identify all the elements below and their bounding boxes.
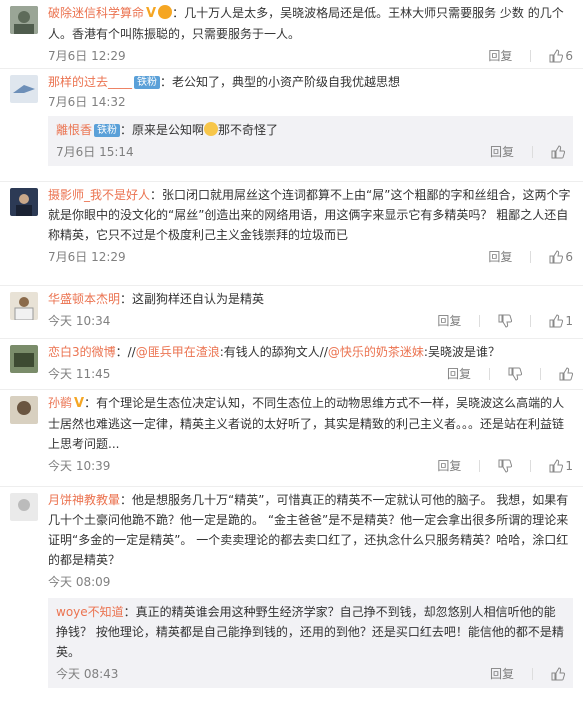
- comment-meta: 今天 08:09: [48, 572, 573, 592]
- like-icon: [549, 314, 564, 328]
- divider: [530, 315, 532, 327]
- timestamp: 今天 08:43: [56, 667, 119, 681]
- comment: 月饼神教教暈：他是想服务几十万“精英”，可惜真正的精英不一定就认可他的脑子。 我…: [0, 487, 583, 718]
- divider: [530, 50, 532, 62]
- reply-button[interactable]: 回复: [490, 664, 514, 684]
- avatar[interactable]: [10, 396, 38, 424]
- vip-icon: V: [74, 396, 85, 411]
- like-count: 6: [565, 250, 573, 264]
- comment: 恋白3的微博：//@匪兵甲在渣浪:有钱人的舔狗文人//@快乐的奶茶迷妹:吴晓波是…: [0, 339, 583, 390]
- username[interactable]: 孙鹡: [48, 396, 72, 410]
- comment-text: :有钱人的舔狗文人//: [219, 345, 328, 359]
- timestamp: 今天 08:09: [48, 575, 111, 589]
- username[interactable]: 破除迷信科学算命: [48, 6, 144, 20]
- like-button[interactable]: 6: [549, 46, 573, 66]
- username[interactable]: woye不知道: [56, 605, 124, 619]
- avatar[interactable]: [10, 188, 38, 216]
- username[interactable]: 恋白3的微博: [48, 345, 116, 359]
- mention-link[interactable]: @快乐的奶茶迷妹: [328, 345, 424, 359]
- dislike-icon[interactable]: [498, 459, 513, 473]
- reply-button[interactable]: 回复: [488, 247, 512, 267]
- like-icon: [549, 250, 564, 264]
- like-count: 1: [565, 314, 573, 328]
- timestamp: 7月6日 12:29: [48, 49, 126, 63]
- reply-button[interactable]: 回复: [488, 46, 512, 66]
- divider: [530, 251, 532, 263]
- badge-icon: 铁粉: [94, 124, 121, 137]
- like-count: 1: [565, 459, 573, 473]
- comment-text: ：他是想服务几十万“精英”，可惜真正的精英不一定就认可他的脑子。 我想，如果有几…: [48, 493, 569, 567]
- badge-icon: 铁粉: [134, 76, 161, 89]
- comment-text: ：//: [115, 345, 136, 359]
- username[interactable]: 那样的过去____: [48, 75, 132, 89]
- divider: [540, 368, 541, 380]
- divider: [489, 368, 490, 380]
- comment-meta: 7月6日 15:14 回复: [56, 142, 565, 162]
- timestamp: 今天 11:45: [48, 367, 111, 381]
- comment-meta: 今天 08:43 回复: [56, 664, 565, 684]
- divider: [532, 668, 533, 680]
- username[interactable]: 华盛顿本杰明: [48, 292, 120, 306]
- comment: 华盛顿本杰明：这副狗样还自认为是精英 今天 10:34 回复 1: [0, 286, 583, 339]
- dislike-icon[interactable]: [508, 367, 522, 381]
- like-icon[interactable]: [551, 667, 565, 681]
- comment-meta: 7月6日 12:29 回复 6: [48, 46, 573, 66]
- emoji-icon: [204, 122, 219, 136]
- like-button[interactable]: 1: [549, 456, 573, 476]
- comment-meta: 今天 10:34 回复 1: [48, 311, 573, 331]
- avatar[interactable]: [10, 345, 38, 373]
- comment: 破除迷信科学算命 V ：几十万人是太多，吴晓波格局还是低。王林大师只需要服务 少数 …: [0, 0, 583, 69]
- comment: 孙鹡 V：有个理论是生态位决定认知，不同生态位上的动物思维方式不一样，吴晓波这么高…: [0, 390, 583, 487]
- divider: [479, 460, 481, 472]
- emoji-icon: [158, 5, 173, 19]
- timestamp: 今天 10:39: [48, 459, 111, 473]
- divider: [532, 146, 533, 158]
- dislike-icon[interactable]: [498, 314, 513, 328]
- comment: 摄影师_我不是好人：张口闭口就用屌丝这个连词都算不上由“屌”这个粗鄙的字和丝组合…: [0, 182, 583, 286]
- avatar[interactable]: [10, 6, 38, 34]
- comment-text-after: 那不奇怪了: [218, 123, 279, 137]
- timestamp: 7月6日 15:14: [56, 145, 134, 159]
- timestamp: 7月6日 12:29: [48, 250, 126, 264]
- like-count: 6: [565, 49, 573, 63]
- avatar[interactable]: [10, 75, 38, 103]
- reply-button[interactable]: 回复: [490, 142, 514, 162]
- username[interactable]: 摄影师_我不是好人: [48, 188, 150, 202]
- like-button[interactable]: 1: [549, 311, 573, 331]
- username[interactable]: 離恨香: [56, 123, 92, 137]
- avatar[interactable]: [10, 292, 38, 320]
- mention-link[interactable]: @匪兵甲在渣浪: [136, 345, 220, 359]
- username[interactable]: 月饼神教教暈: [48, 493, 120, 507]
- like-icon[interactable]: [551, 145, 565, 159]
- comment-meta: 7月6日 14:32: [48, 92, 573, 112]
- comment-text: ：这副狗样还自认为是精英: [120, 292, 265, 306]
- comment-meta: 今天 11:45 回复: [48, 364, 573, 384]
- sub-reply: woye不知道：真正的精英谁会用这种野生经济学家？自己挣不到钱，却忽悠别人相信听…: [48, 598, 573, 688]
- avatar[interactable]: [10, 493, 38, 521]
- vip-icon: V: [146, 6, 157, 21]
- like-icon: [549, 459, 564, 473]
- comment-text: ：真正的精英谁会用这种野生经济学家？自己挣不到钱，却忽悠别人相信听他的能挣钱？ …: [56, 605, 564, 659]
- like-button[interactable]: 6: [549, 247, 573, 267]
- timestamp: 7月6日 14:32: [48, 95, 126, 109]
- comment-text: ：有个理论是生态位决定认知，不同生态位上的动物思维方式不一样，吴晓波这么高端的人…: [48, 396, 565, 451]
- comment-text: :吴晓波是谁？: [423, 345, 500, 359]
- like-icon: [549, 49, 564, 63]
- sub-reply: 離恨香 铁粉 ：原来是公知啊 那不奇怪了 7月6日 15:14 回复: [48, 116, 573, 166]
- divider: [479, 315, 481, 327]
- like-icon[interactable]: [559, 367, 573, 381]
- timestamp: 今天 10:34: [48, 314, 111, 328]
- comment: 那样的过去____ 铁粉 ：老公知了，典型的小资产阶级自我优越思想 7月6日 14:…: [0, 69, 583, 182]
- reply-button[interactable]: 回复: [437, 456, 461, 476]
- divider: [530, 460, 532, 472]
- comment-text: ：原来是公知啊: [120, 123, 205, 137]
- comment-text: ：老公知了，典型的小资产阶级自我优越思想: [160, 75, 401, 89]
- reply-button[interactable]: 回复: [437, 311, 461, 331]
- comment-meta: 7月6日 12:29 回复 6: [48, 247, 573, 267]
- reply-button[interactable]: 回复: [447, 364, 471, 384]
- comment-meta: 今天 10:39 回复 1: [48, 456, 573, 476]
